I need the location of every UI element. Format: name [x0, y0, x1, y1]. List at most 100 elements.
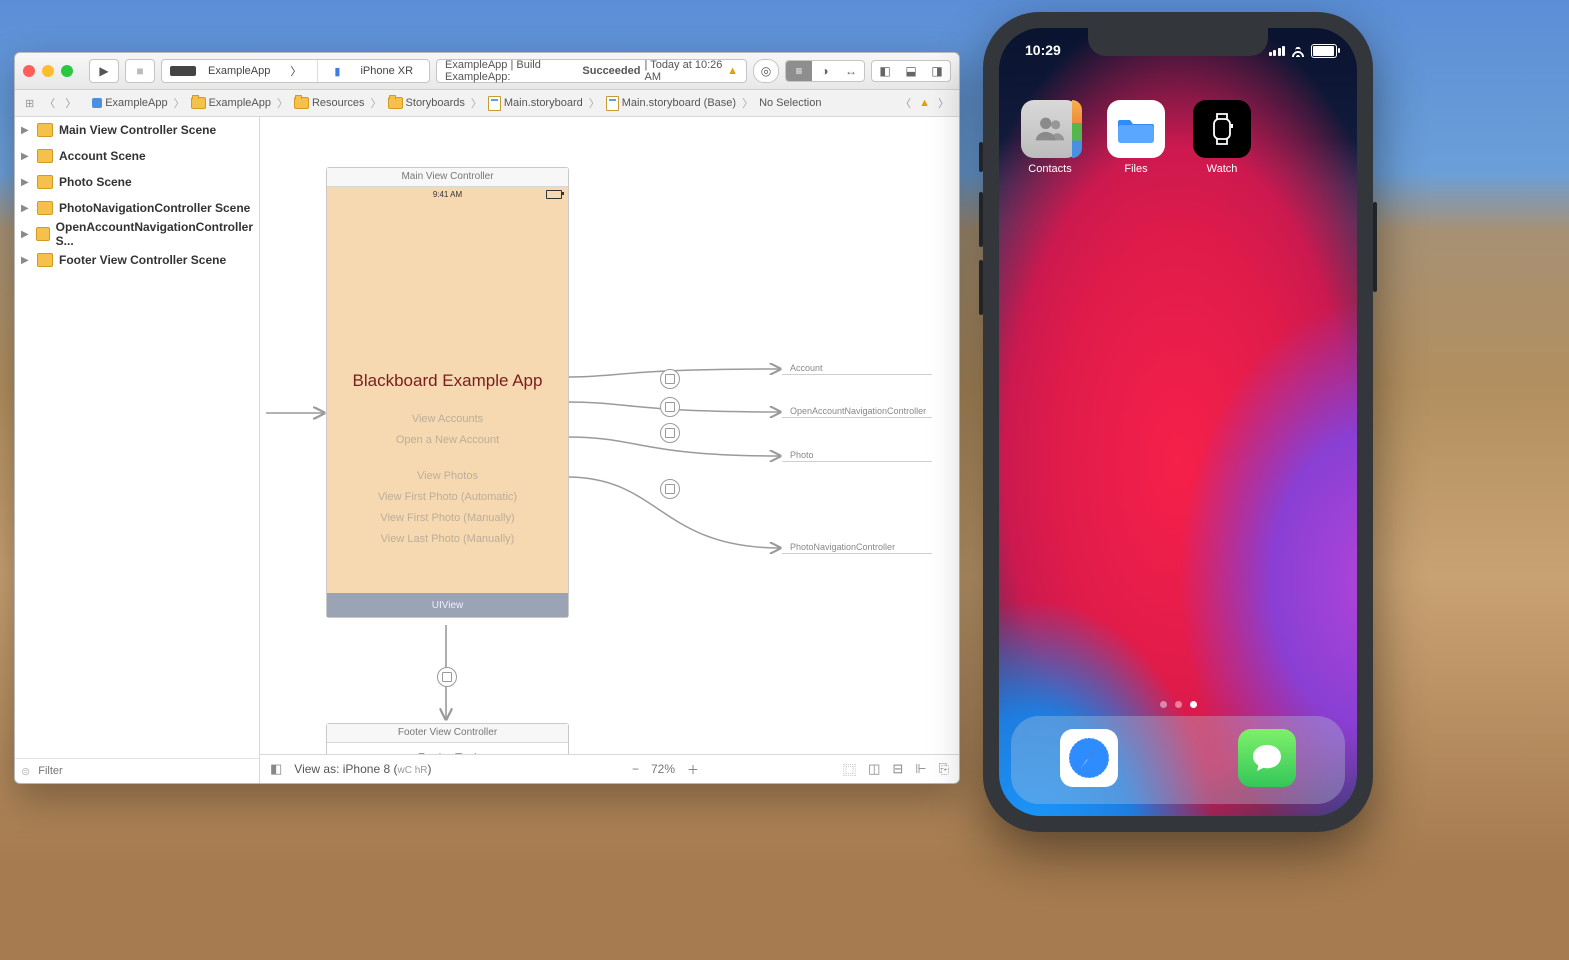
storyboard-button[interactable]: Open a New Account: [327, 434, 568, 446]
zoom-out-button[interactable]: −: [632, 762, 639, 776]
pin-button[interactable]: ⊟: [892, 761, 903, 777]
storyboard-button[interactable]: View First Photo (Manually): [327, 512, 568, 524]
app-messages[interactable]: [1238, 729, 1296, 787]
editor-body: ▶Main View Controller Scene ▶Account Sce…: [15, 117, 959, 783]
segue-node[interactable]: [660, 369, 680, 389]
ib-canvas-pane: Main View Controller 9:41 AM Blackboard …: [260, 117, 959, 783]
next-issue-button[interactable]: 〉: [934, 95, 953, 111]
crumb[interactable]: ExampleApp: [189, 97, 273, 109]
segue-node[interactable]: [660, 423, 680, 443]
scene-icon: [37, 149, 53, 163]
resolve-button[interactable]: ⊩: [915, 761, 926, 777]
toggle-navigator-button[interactable]: ◧: [872, 61, 898, 81]
device-icon: ▮: [326, 60, 348, 82]
prev-issue-button[interactable]: 〈: [896, 95, 915, 111]
app-label: Files: [1105, 163, 1167, 175]
files-icon: [1107, 100, 1165, 158]
outline-row[interactable]: ▶Photo Scene: [15, 169, 259, 195]
crumb[interactable]: Main.storyboard: [486, 96, 585, 111]
app-watch[interactable]: Watch: [1191, 100, 1253, 175]
segue-dest-label: Photo: [790, 450, 814, 460]
scheme-selector[interactable]: ExampleApp〉 ▮iPhone XR: [161, 59, 430, 83]
crumb[interactable]: No Selection: [757, 97, 823, 109]
dest-line: [782, 417, 932, 418]
status-result: Succeeded: [582, 65, 640, 77]
xcode-window: ▶ ■ ExampleApp〉 ▮iPhone XR ExampleApp | …: [14, 52, 960, 784]
stop-button[interactable]: ■: [125, 59, 155, 83]
storyboard-button[interactable]: View Photos: [327, 470, 568, 482]
version-editor-button[interactable]: ↔: [838, 61, 864, 81]
outline-filter-input[interactable]: [36, 764, 210, 778]
assistant-editor-button[interactable]: ◑: [812, 61, 838, 81]
minimize-window-button[interactable]: [42, 65, 54, 77]
outline-row[interactable]: ▶Main View Controller Scene: [15, 117, 259, 143]
library-button[interactable]: ◎: [753, 59, 779, 83]
wifi-icon: [1290, 45, 1306, 57]
folder-icon: [294, 97, 309, 109]
side-button[interactable]: [1373, 202, 1377, 292]
zoom-in-button[interactable]: ＋: [687, 761, 699, 778]
outline-row[interactable]: ▶Footer View Controller Scene: [15, 247, 259, 273]
contacts-icon: [1021, 100, 1079, 158]
folder-icon: [191, 97, 206, 109]
crumb[interactable]: Resources: [292, 97, 367, 109]
disclosure-icon: ▶: [21, 229, 30, 240]
dest-line: [782, 374, 932, 375]
device-screen[interactable]: 10:29 Contacts Files: [999, 28, 1357, 816]
footer-scene[interactable]: Footer View Controller Footer Text: [326, 723, 569, 754]
stop-icon: ■: [136, 64, 143, 78]
main-scene[interactable]: Main View Controller 9:41 AM Blackboard …: [326, 167, 569, 618]
toggle-outline-button[interactable]: ◧: [270, 761, 282, 777]
status-time: | Today at 10:26 AM: [644, 59, 723, 83]
storyboard-button[interactable]: View Accounts: [327, 413, 568, 425]
status-bar-time: 9:41 AM: [433, 190, 462, 199]
segue-node[interactable]: [660, 479, 680, 499]
ios-simulator: 10:29 Contacts Files: [983, 12, 1373, 832]
close-window-button[interactable]: [23, 65, 35, 77]
related-items-button[interactable]: ⊞: [21, 97, 38, 110]
toggle-debug-button[interactable]: ⬓: [898, 61, 924, 81]
storyboard-button[interactable]: View Last Photo (Manually): [327, 533, 568, 545]
storyboard-canvas[interactable]: Main View Controller 9:41 AM Blackboard …: [260, 117, 959, 754]
zoom-window-button[interactable]: [61, 65, 73, 77]
app-safari[interactable]: [1060, 729, 1118, 787]
back-button[interactable]: 〈: [40, 95, 59, 111]
storyboard-icon: [488, 96, 501, 111]
crumb[interactable]: ExampleApp: [90, 97, 169, 109]
outline-row[interactable]: ▶Account Scene: [15, 143, 259, 169]
scheme-device: iPhone XR: [352, 60, 421, 82]
cellular-icon: [1269, 46, 1286, 56]
activity-status[interactable]: ExampleApp | Build ExampleApp: Succeeded…: [436, 59, 747, 83]
standard-editor-button[interactable]: ≡: [786, 61, 812, 81]
forward-button[interactable]: 〉: [61, 95, 80, 111]
run-button[interactable]: ▶: [89, 59, 119, 83]
segue-node[interactable]: [437, 667, 457, 687]
embed-in-button[interactable]: ⎘: [939, 761, 949, 777]
container-view[interactable]: UIView: [327, 593, 568, 617]
app-icon: [170, 66, 196, 76]
panel-toggles[interactable]: ◧ ⬓ ◨: [871, 60, 951, 82]
disclosure-icon: ▶: [21, 203, 31, 214]
crumb[interactable]: Main.storyboard (Base): [604, 96, 738, 111]
app-contacts[interactable]: Contacts: [1019, 100, 1081, 175]
warning-icon: ▲: [727, 65, 738, 77]
align-button[interactable]: ◫: [868, 761, 880, 777]
watch-icon: [1193, 100, 1251, 158]
document-outline: ▶Main View Controller Scene ▶Account Sce…: [15, 117, 260, 783]
filter-icon: ⊜: [21, 765, 30, 778]
scene-view[interactable]: 9:41 AM Blackboard Example App View Acco…: [327, 187, 568, 617]
view-as-label[interactable]: View as: iPhone 8 (wC hR): [294, 762, 431, 776]
disclosure-icon: ▶: [21, 151, 31, 162]
storyboard-button[interactable]: View First Photo (Automatic): [327, 491, 568, 503]
crumb[interactable]: Storyboards: [386, 97, 467, 109]
jump-bar: ⊞ 〈 〉 ExampleApp〉 ExampleApp〉 Resources〉…: [15, 90, 959, 117]
toggle-inspector-button[interactable]: ◨: [924, 61, 950, 81]
outline-row[interactable]: ▶PhotoNavigationController Scene: [15, 195, 259, 221]
outline-row[interactable]: ▶OpenAccountNavigationController S...: [15, 221, 259, 247]
page-indicator[interactable]: [999, 701, 1357, 708]
app-files[interactable]: Files: [1105, 100, 1167, 175]
embed-button[interactable]: ⿴: [843, 760, 856, 779]
editor-mode-segmented[interactable]: ≡ ◑ ↔: [785, 60, 865, 82]
status-prefix: ExampleApp | Build ExampleApp:: [445, 59, 578, 83]
segue-node[interactable]: [660, 397, 680, 417]
